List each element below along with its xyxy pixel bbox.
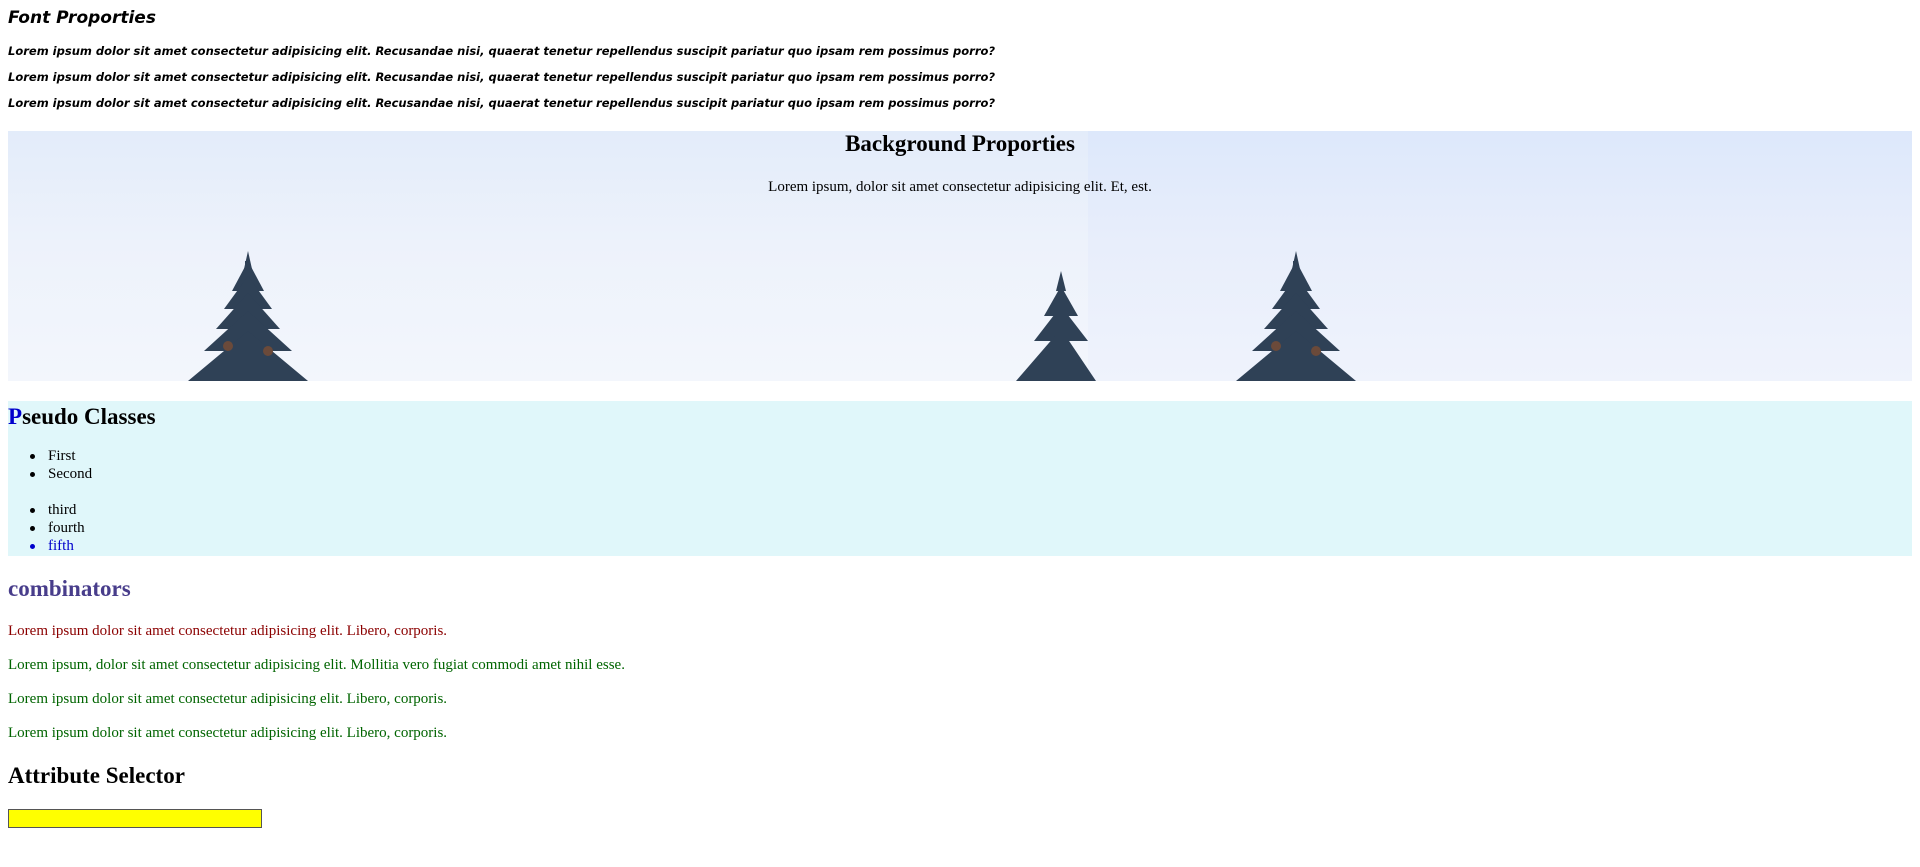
combinator-paragraph: Lorem ipsum, dolor sit amet consectetur … [8, 657, 625, 673]
tree-image [188, 251, 308, 381]
list-item-label: Second [48, 466, 93, 482]
combinator-paragraph: Lorem ipsum dolor sit amet consectetur a… [8, 691, 448, 707]
pseudo-title-first-letter: P [8, 404, 23, 429]
font-paragraph: Lorem ipsum dolor sit amet consectetur a… [8, 96, 996, 110]
combinators-title: combinators [8, 576, 131, 601]
font-paragraph: Lorem ipsum dolor sit amet consectetur a… [8, 70, 996, 84]
bullet-icon [30, 454, 35, 459]
list-item: Second [8, 465, 92, 483]
pseudo-list-one: First Second [8, 447, 92, 483]
list-item-label: third [48, 502, 77, 518]
list-item-label: fourth [48, 520, 85, 536]
background-properties-title: Background Proporties [845, 131, 1075, 156]
pseudo-title-rest: seudo Classes [22, 404, 156, 429]
list-item: third [8, 501, 85, 519]
background-properties-text: Lorem ipsum, dolor sit amet consectetur … [768, 179, 1152, 195]
tree-image [1236, 251, 1356, 381]
bullet-icon [30, 544, 35, 549]
list-item: fourth [8, 519, 85, 537]
attribute-selector-title: Attribute Selector [8, 763, 185, 788]
font-paragraph: Lorem ipsum dolor sit amet consectetur a… [8, 44, 996, 58]
pseudo-classes-title: Pseudo Classes [8, 403, 156, 431]
font-properties-title: Font Proporties [8, 8, 156, 28]
list-item-label: fifth [48, 538, 74, 554]
bullet-icon [30, 508, 35, 513]
pseudo-list-two: third fourth fifth [8, 501, 85, 555]
tree-image [1016, 271, 1096, 381]
attribute-text-input[interactable] [8, 809, 262, 828]
background-properties-section [8, 131, 1912, 381]
bullet-icon [30, 472, 35, 477]
combinator-paragraph: Lorem ipsum dolor sit amet consectetur a… [8, 725, 448, 741]
background-image-tile [1088, 131, 1912, 381]
bullet-icon [30, 526, 35, 531]
pseudo-classes-section: Pseudo Classes First Second third fourth… [8, 401, 1912, 556]
list-item-label: First [48, 448, 76, 464]
combinator-paragraph: Lorem ipsum dolor sit amet consectetur a… [8, 623, 448, 639]
list-item-highlighted[interactable]: fifth [8, 537, 85, 555]
list-item: First [8, 447, 92, 465]
